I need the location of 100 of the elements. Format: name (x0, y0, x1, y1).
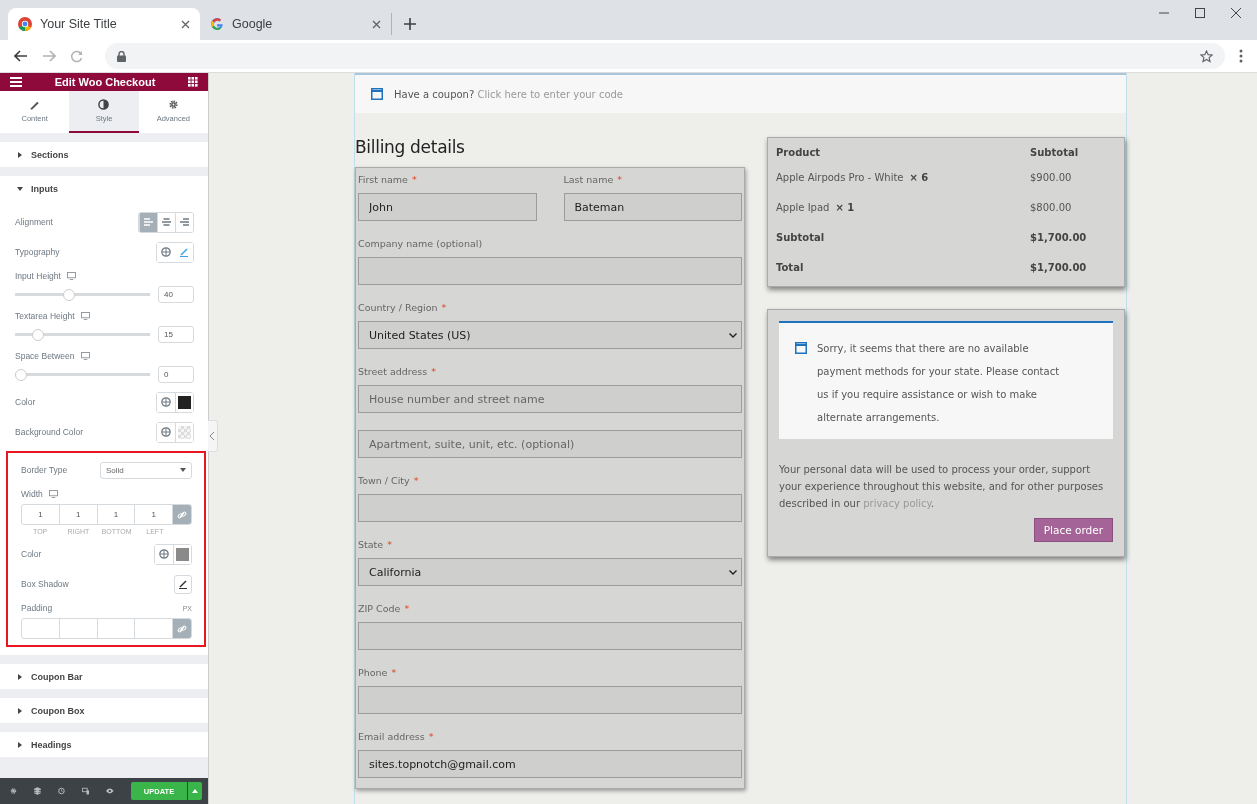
product-cell-text: Subtotal (776, 231, 826, 243)
back-arrow-icon[interactable] (14, 50, 28, 62)
dimension-field[interactable]: 1 (97, 505, 136, 524)
section-header[interactable]: Coupon Bar (0, 664, 208, 689)
window-icon (795, 342, 807, 354)
text-field[interactable] (358, 494, 742, 522)
control-label: Space Between (15, 351, 75, 361)
monitor-icon[interactable] (66, 272, 76, 280)
pencil-icon[interactable] (174, 574, 192, 594)
layers-icon[interactable] (33, 786, 41, 796)
color-swatch[interactable] (175, 392, 193, 412)
devices-icon[interactable] (81, 786, 90, 796)
number-field[interactable]: 15 (158, 326, 194, 343)
column-header: Subtotal (1030, 146, 1080, 158)
slider-thumb[interactable] (32, 328, 45, 341)
text-field[interactable]: Bateman (563, 193, 742, 221)
chevron-down-icon (729, 332, 737, 338)
field-label: State * (358, 539, 393, 550)
notice-text: Sorry, it seems that there are no available payment methods for your state. Please contact us if you require assistance or wish to make alternate arrangements. (817, 342, 1061, 425)
text-field[interactable]: sites.topnotch@gmail.com (358, 750, 742, 778)
section-header[interactable]: Coupon Box (0, 698, 208, 723)
menu-icon[interactable] (10, 77, 22, 87)
browser-tab[interactable]: Google (200, 13, 392, 35)
color-swatch[interactable] (173, 544, 191, 564)
number-field[interactable]: 40 (158, 286, 194, 303)
history-icon[interactable] (57, 786, 65, 796)
text-field[interactable]: John (358, 193, 537, 221)
product-cell-text: Total (776, 261, 805, 273)
empty-color-swatch[interactable] (175, 422, 193, 442)
section-header[interactable]: Inputs (0, 176, 208, 201)
chevron-down-icon (729, 569, 737, 575)
editor-title: Edit Woo Checkout (54, 76, 156, 88)
product-cell-text: Apple Ipad × 1 (776, 201, 856, 213)
field-label: Town / City * (358, 475, 420, 486)
browser-tab[interactable]: Your Site Title (8, 8, 200, 40)
alignment-button[interactable] (139, 212, 157, 232)
google-icon (210, 17, 224, 31)
control-label: Background Color (15, 427, 84, 437)
chrome-icon (18, 17, 32, 31)
close-icon[interactable] (372, 19, 381, 29)
section-header[interactable]: Sections (0, 142, 208, 167)
link-icon[interactable] (173, 505, 191, 524)
maximize-icon[interactable] (1195, 8, 1205, 18)
align-right-icon (180, 218, 189, 226)
star-icon[interactable] (1200, 49, 1213, 63)
select-field[interactable]: Solid (100, 461, 192, 479)
dimension-field[interactable]: 1 (59, 505, 98, 524)
field-label: Email address * (358, 731, 435, 742)
monitor-icon[interactable] (80, 312, 90, 320)
product-cell-text: Apple Airpods Pro - White × 6 (776, 171, 930, 183)
eye-icon[interactable] (106, 787, 114, 795)
field-label: Last name * (563, 174, 623, 185)
control-label: Color (21, 549, 42, 559)
slider-thumb[interactable] (15, 368, 27, 381)
section-header[interactable]: Headings (0, 732, 208, 757)
billing-heading: Billing details (355, 137, 466, 157)
field-label: ZIP Code * (358, 603, 411, 614)
control-label: Padding (21, 603, 53, 613)
text-field[interactable] (358, 622, 742, 650)
close-icon[interactable] (181, 19, 190, 29)
place-order-button[interactable]: Place order (1033, 518, 1113, 542)
text-field[interactable] (358, 257, 742, 285)
gear-icon (167, 99, 179, 110)
dimension-field[interactable]: 1 (22, 505, 60, 524)
field-label: Street address * (358, 366, 437, 377)
slider-thumb[interactable] (62, 288, 75, 301)
grid-icon[interactable] (188, 77, 198, 87)
alignment-button[interactable] (175, 212, 193, 232)
new-tab-icon[interactable] (404, 18, 416, 30)
field-label: Company name (optional) (358, 238, 484, 249)
field-label: First name * (358, 174, 418, 185)
select-field[interactable]: California (358, 558, 742, 586)
amount-cell-text: $1,700.00 (1030, 261, 1088, 273)
number-field[interactable]: 0 (158, 366, 194, 383)
monitor-icon[interactable] (48, 490, 58, 498)
text-field[interactable] (358, 686, 742, 714)
kebab-menu-icon[interactable] (1239, 49, 1243, 63)
forward-arrow-icon[interactable] (42, 50, 56, 62)
reload-icon[interactable] (70, 49, 83, 63)
control-label: Alignment (15, 217, 53, 227)
text-field[interactable]: House number and street name (358, 385, 742, 413)
amount-cell-text: $800.00 (1030, 201, 1073, 213)
align-left-icon (144, 218, 153, 226)
control-label: Border Type (21, 465, 68, 475)
amount-cell-text: $1,700.00 (1030, 231, 1088, 243)
contrast-icon (98, 99, 110, 110)
control-label: Color (15, 397, 36, 407)
control-label: Box Shadow (21, 579, 69, 589)
field-label: Country / Region * (358, 302, 448, 313)
monitor-icon[interactable] (80, 352, 90, 360)
text-field[interactable]: Apartment, suite, unit, etc. (optional) (358, 430, 742, 458)
close-icon[interactable] (1231, 8, 1241, 18)
settings-icon[interactable] (10, 786, 17, 796)
select-field[interactable]: United States (US) (358, 321, 742, 349)
control-label: Input Height (15, 271, 61, 281)
link-icon[interactable] (173, 619, 191, 638)
window-icon (371, 88, 383, 100)
caret-up-icon[interactable] (188, 782, 202, 800)
collapse-handle[interactable] (208, 420, 218, 452)
lock-icon (117, 50, 126, 62)
